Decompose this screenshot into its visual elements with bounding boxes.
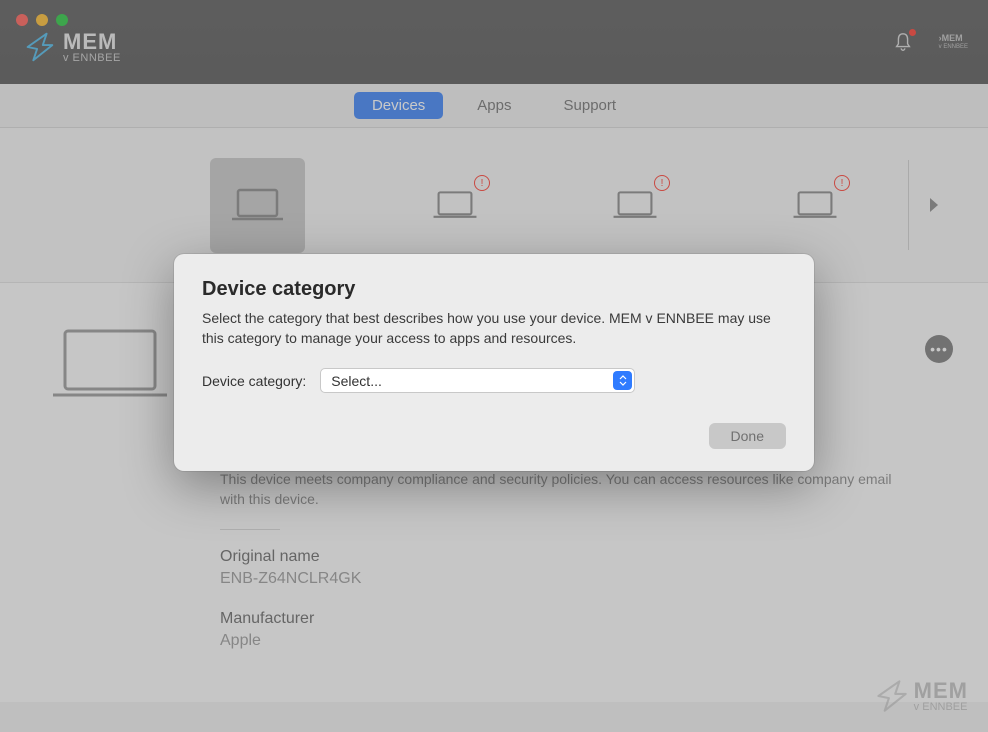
modal-description: Select the category that best describes … [202,309,786,348]
modal-field-label: Device category: [202,373,306,389]
select-placeholder-text: Select... [331,373,382,389]
device-category-select[interactable]: Select... [320,368,635,393]
select-chevron-icon [613,371,632,390]
modal-title: Device category [202,278,786,301]
device-category-modal: Device category Select the category that… [174,254,814,471]
done-button[interactable]: Done [709,423,786,449]
